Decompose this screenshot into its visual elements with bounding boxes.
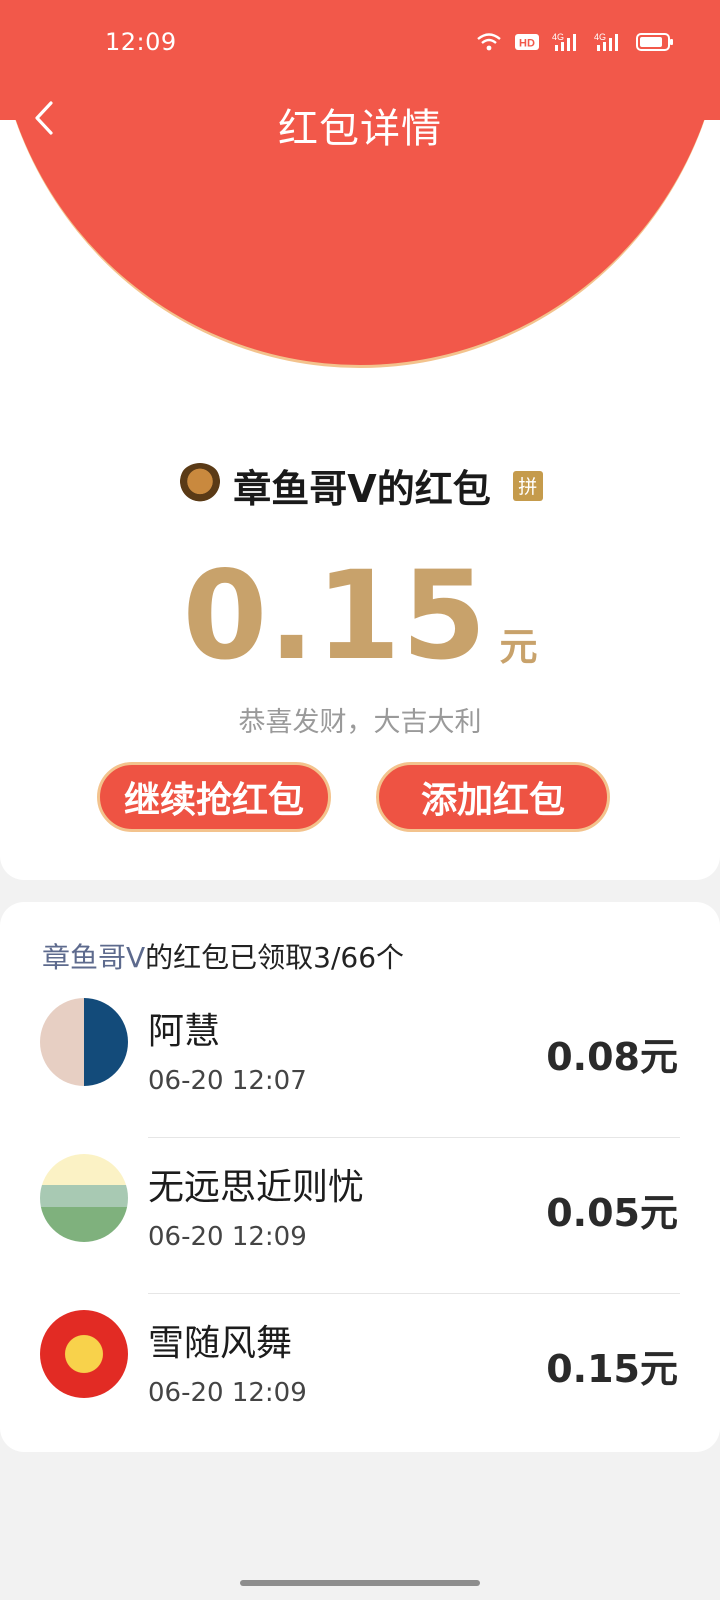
svg-text:4G: 4G — [552, 32, 564, 42]
add-packet-button[interactable]: 添加红包 — [376, 762, 610, 832]
claim-amount-unit: 元 — [639, 1035, 678, 1079]
avatar[interactable] — [40, 1310, 128, 1398]
svg-text:HD: HD — [519, 38, 535, 50]
amount-value: 0.15 — [182, 545, 488, 687]
home-indicator[interactable] — [240, 1580, 480, 1586]
sender-name: 章鱼哥V的红包 — [233, 467, 491, 511]
red-packet-detail-screen: 12:09 HD 4G 4G 红包详情 章鱼哥V的红包 拼 0.15 元 恭喜发… — [0, 0, 720, 1600]
recipients-card: 章鱼哥V的红包已领取3/66个 阿慧 06-20 12:07 0.08元 无远思… — [0, 902, 720, 1452]
amount-unit: 元 — [499, 625, 538, 669]
claim-time: 06-20 12:09 — [148, 1222, 307, 1252]
recipient-name: 阿慧 — [148, 1011, 221, 1052]
claim-amount-unit: 元 — [639, 1191, 678, 1235]
status-time: 12:09 — [105, 28, 177, 56]
claim-time: 06-20 12:07 — [148, 1066, 307, 1096]
packet-summary-card: 12:09 HD 4G 4G 红包详情 章鱼哥V的红包 拼 0.15 元 恭喜发… — [0, 0, 720, 880]
sender-row: 章鱼哥V的红包 拼 — [0, 458, 720, 513]
signal-4g-icon: 4G — [594, 30, 624, 54]
summary-sender[interactable]: 章鱼哥V — [42, 941, 145, 974]
list-item[interactable]: 阿慧 06-20 12:07 0.08元 — [0, 982, 720, 1138]
amount-row: 0.15 元 — [0, 555, 720, 677]
greeting-text: 恭喜发财，大吉大利 — [238, 707, 482, 738]
page-title: 红包详情 — [278, 106, 442, 152]
pin-badge: 拼 — [512, 470, 543, 501]
claim-time: 06-20 12:09 — [148, 1378, 307, 1408]
recipient-name: 雪随风舞 — [148, 1323, 293, 1364]
claim-amount-value: 0.05 — [546, 1191, 640, 1235]
list-item[interactable]: 无远思近则忧 06-20 12:09 0.05元 — [0, 1138, 720, 1294]
recipient-name: 无远思近则忧 — [148, 1167, 365, 1208]
battery-icon — [636, 30, 674, 54]
claim-summary: 章鱼哥V的红包已领取3/66个 — [42, 936, 404, 976]
summary-text: 的红包已领取3/66个 — [145, 941, 405, 974]
claim-amount: 0.08元 — [546, 1026, 678, 1081]
hd-icon: HD — [514, 30, 540, 54]
svg-text:4G: 4G — [594, 32, 606, 42]
continue-grab-button[interactable]: 继续抢红包 — [97, 762, 331, 832]
avatar[interactable] — [40, 998, 128, 1086]
list-item[interactable]: 雪随风舞 06-20 12:09 0.15元 — [0, 1294, 720, 1450]
sender-avatar — [177, 462, 224, 509]
status-bar: 12:09 HD 4G 4G — [0, 0, 720, 90]
claim-amount-unit: 元 — [639, 1347, 678, 1391]
claim-amount-value: 0.15 — [546, 1347, 640, 1391]
status-icons: HD 4G 4G — [476, 30, 674, 54]
avatar[interactable] — [40, 1154, 128, 1242]
claim-amount-value: 0.08 — [546, 1035, 640, 1079]
claim-amount: 0.15元 — [546, 1338, 678, 1393]
wifi-icon — [476, 30, 502, 54]
signal-4g-icon: 4G — [552, 30, 582, 54]
claim-amount: 0.05元 — [546, 1182, 678, 1237]
